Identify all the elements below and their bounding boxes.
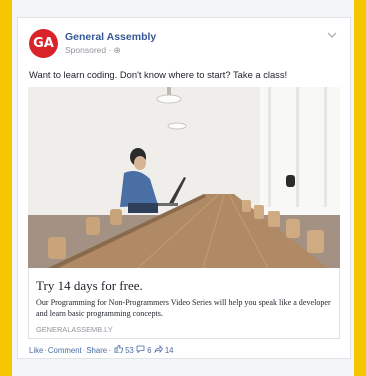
post-image[interactable] xyxy=(28,87,340,268)
comment-icon xyxy=(136,345,145,355)
share-count[interactable]: 14 xyxy=(165,346,174,355)
link-preview[interactable]: Try 14 days for free. Our Programming fo… xyxy=(28,268,340,339)
link-description: Our Programming for Non-Programmers Vide… xyxy=(36,298,331,318)
thumbs-up-icon xyxy=(114,344,124,355)
share-link[interactable]: Share xyxy=(86,346,107,355)
post-text: Want to learn coding. Don't know where t… xyxy=(29,69,288,80)
post-header: GA General Assembly Sponsored · ⊕ xyxy=(29,29,339,61)
link-domain: GENERALASSEMB.LY xyxy=(36,325,113,334)
page-avatar[interactable]: GA xyxy=(29,29,58,58)
page-name-link[interactable]: General Assembly xyxy=(65,31,156,43)
link-title[interactable]: Try 14 days for free. xyxy=(36,278,143,294)
share-icon xyxy=(153,344,163,355)
sponsored-label: Sponsored · ⊕ xyxy=(65,45,121,55)
sponsored-post-card: GA General Assembly Sponsored · ⊕ Want t… xyxy=(17,17,351,359)
post-footer: Like·Comment·Share· 53 6 14 xyxy=(29,344,174,355)
comment-link[interactable]: Comment xyxy=(48,346,82,355)
comment-count[interactable]: 6 xyxy=(147,346,151,355)
like-count[interactable]: 53 xyxy=(125,346,134,355)
separator-dot: · xyxy=(108,346,111,355)
chevron-down-icon[interactable] xyxy=(327,31,339,41)
like-link[interactable]: Like xyxy=(29,346,43,355)
